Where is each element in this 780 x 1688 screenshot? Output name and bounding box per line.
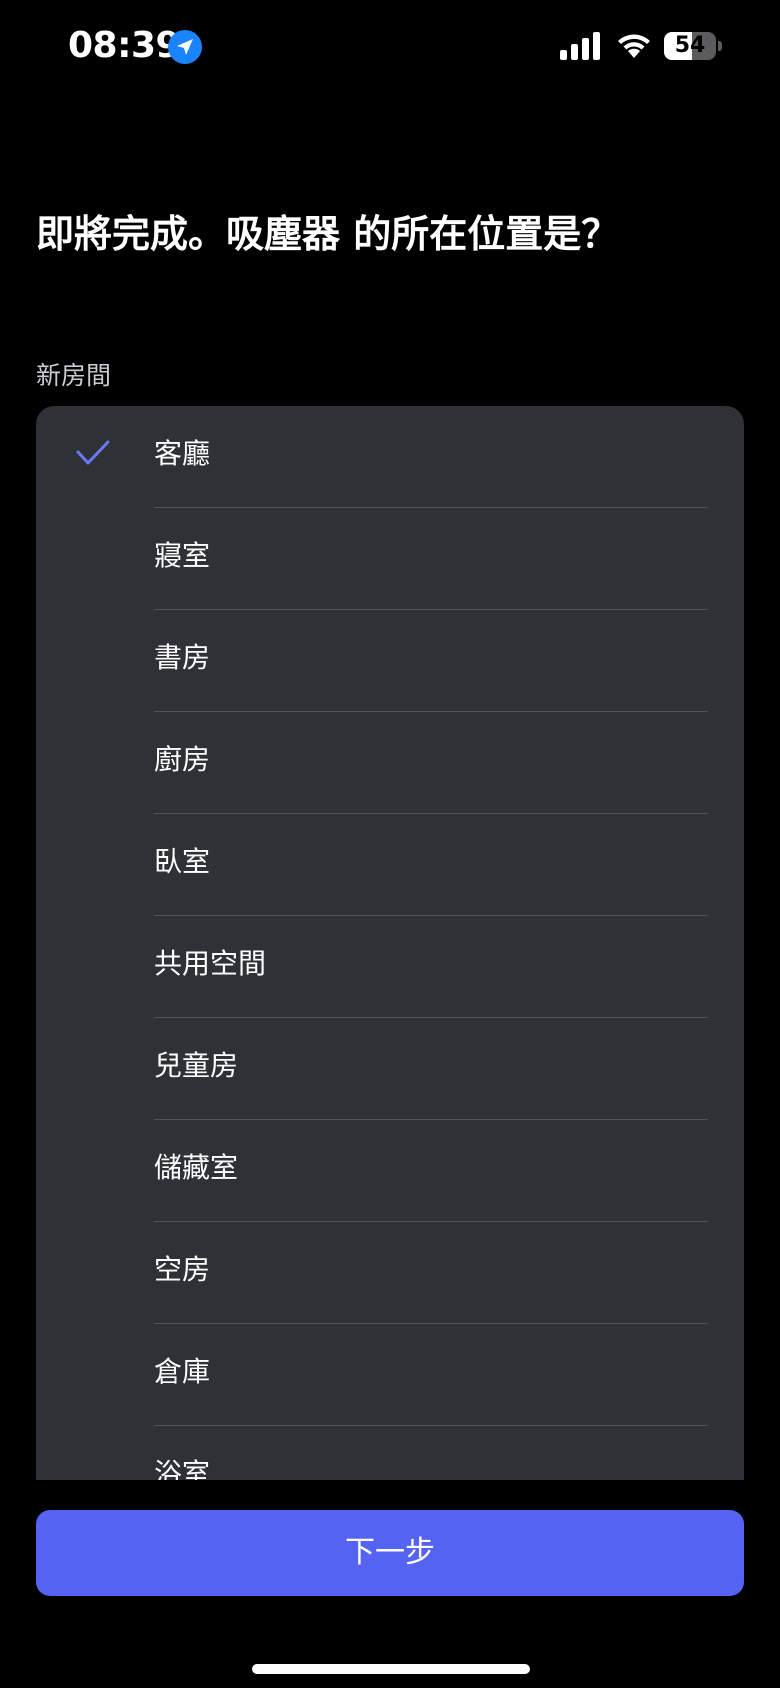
room-option-label: 寢室 (154, 539, 211, 572)
battery-cap (718, 41, 722, 51)
location-arrow-icon (168, 30, 202, 64)
room-option[interactable]: 廚房 (36, 712, 744, 814)
room-option[interactable]: 寢室 (36, 508, 744, 610)
room-option-label: 共用空間 (154, 947, 267, 980)
section-label: 新房間 (36, 361, 112, 390)
battery-level: 54 (674, 33, 706, 58)
room-option-label: 兒童房 (154, 1049, 239, 1082)
home-indicator[interactable] (252, 1664, 530, 1674)
status-time: 08:39 (68, 25, 181, 66)
room-option-label: 廚房 (154, 743, 211, 776)
room-option-label: 書房 (154, 641, 211, 674)
room-option[interactable]: 書房 (36, 610, 744, 712)
room-option[interactable]: 倉庫 (36, 1324, 744, 1426)
room-option-label: 浴室 (154, 1457, 211, 1480)
battery-icon: 54 (664, 32, 716, 60)
room-option[interactable]: 空房 (36, 1222, 744, 1324)
room-option[interactable]: 臥室 (36, 814, 744, 916)
room-option[interactable]: 共用空間 (36, 916, 744, 1018)
screen: 08:39 54 即將完成。吸塵器 的所在位置是？ 新房間 客廳 寢室 書房 廚… (0, 0, 780, 1688)
page-title: 即將完成。吸塵器 的所在位置是？ (36, 212, 620, 256)
status-bar: 08:39 54 (0, 0, 780, 92)
room-option-label: 倉庫 (154, 1355, 211, 1388)
checkmark-icon (76, 440, 110, 466)
room-option-label: 客廳 (154, 437, 211, 470)
wifi-icon (614, 30, 654, 60)
room-option[interactable]: 兒童房 (36, 1018, 744, 1120)
room-option[interactable]: 浴室 (36, 1426, 744, 1480)
room-option-label: 臥室 (154, 845, 211, 878)
room-option-label: 儲藏室 (154, 1151, 239, 1184)
room-option[interactable]: 儲藏室 (36, 1120, 744, 1222)
next-button[interactable]: 下一步 (36, 1510, 744, 1596)
room-option[interactable]: 客廳 (36, 406, 744, 508)
room-list[interactable]: 客廳寢室書房廚房臥室共用空間兒童房儲藏室空房倉庫浴室 (36, 406, 744, 1480)
room-option-label: 空房 (154, 1253, 211, 1286)
signal-icon (560, 32, 604, 60)
